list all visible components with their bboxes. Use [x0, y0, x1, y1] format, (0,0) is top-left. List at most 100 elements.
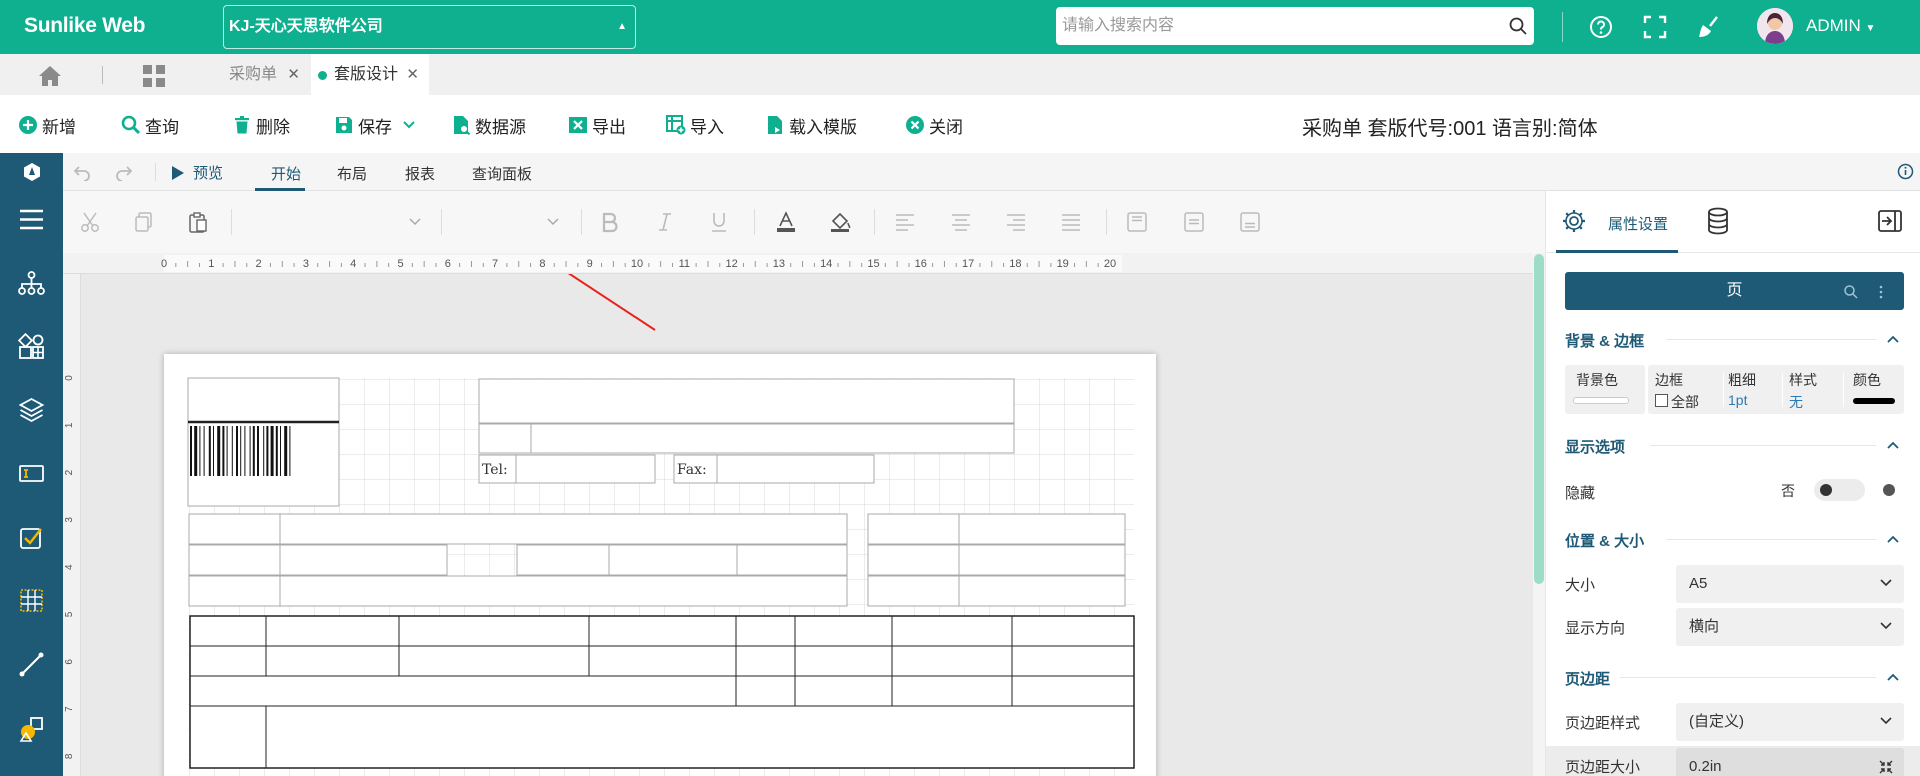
ribbon-tab-layout[interactable]: 布局: [337, 163, 367, 184]
broom-icon[interactable]: [1695, 13, 1723, 41]
save-button[interactable]: 保存: [334, 113, 416, 137]
design-canvas[interactable]: Tel: Fax:: [81, 274, 1533, 776]
element-selector[interactable]: 页: [1565, 272, 1904, 310]
chevron-down-icon[interactable]: [402, 120, 416, 130]
align-left-icon[interactable]: [894, 211, 916, 233]
font-color-icon[interactable]: [775, 211, 797, 233]
export-button[interactable]: 导出: [568, 113, 626, 137]
orientation-select[interactable]: 横向: [1676, 608, 1904, 646]
datasource-button[interactable]: 数据源: [451, 113, 526, 137]
search-icon[interactable]: [1843, 284, 1859, 300]
tab-template-design[interactable]: 套版设计 ✕: [311, 54, 429, 95]
caret-up-icon: ▲: [617, 21, 627, 32]
canvas-scrollbar[interactable]: [1533, 253, 1545, 776]
chevron-up-icon[interactable]: [1886, 440, 1900, 450]
ribbon-tab-report[interactable]: 报表: [405, 163, 435, 184]
checkbox-icon[interactable]: [18, 524, 45, 551]
font-size-select[interactable]: [453, 209, 571, 235]
ribbon-tab-start[interactable]: 开始: [271, 163, 301, 184]
line-tool-icon[interactable]: [18, 651, 45, 678]
info-icon[interactable]: [1897, 163, 1914, 180]
help-icon[interactable]: [1587, 13, 1615, 41]
font-family-select[interactable]: [243, 209, 433, 235]
add-button[interactable]: 新增: [18, 113, 76, 137]
table-grid-icon[interactable]: [18, 587, 45, 614]
border-all-checkbox[interactable]: [1655, 394, 1668, 407]
app-brand[interactable]: Sunlike Web: [24, 14, 145, 38]
barcode-field[interactable]: [187, 377, 340, 507]
bg-color-swatch[interactable]: [1573, 397, 1629, 404]
search-input[interactable]: [1056, 7, 1534, 45]
import-button[interactable]: 导入: [666, 113, 724, 137]
fill-color-icon[interactable]: [829, 211, 851, 233]
scrollbar-thumb[interactable]: [1534, 254, 1544, 584]
margin-style-select[interactable]: (自定义): [1676, 703, 1904, 741]
load-template-button[interactable]: 载入模版: [765, 113, 857, 137]
barcode-bar: [194, 426, 198, 476]
align-center-icon[interactable]: [950, 211, 972, 233]
home-icon[interactable]: [38, 65, 62, 87]
align-right-icon[interactable]: [1005, 211, 1027, 233]
avatar[interactable]: [1757, 8, 1793, 44]
redo-icon[interactable]: [115, 163, 133, 181]
company-title-field[interactable]: [478, 378, 1015, 424]
chevron-up-icon[interactable]: [1886, 334, 1900, 344]
undo-icon[interactable]: [73, 163, 91, 181]
close-button[interactable]: 关闭: [905, 113, 963, 137]
detail-table[interactable]: [189, 615, 1135, 769]
header-info-right-block[interactable]: [867, 513, 1126, 607]
logo-hex-icon: [24, 163, 40, 181]
delete-button[interactable]: 删除: [232, 113, 290, 137]
cut-icon[interactable]: [80, 211, 102, 233]
close-icon[interactable]: ✕: [287, 54, 300, 95]
underline-icon[interactable]: [708, 211, 730, 233]
margin-size-select[interactable]: 0.2in: [1676, 748, 1904, 776]
border-settings-box[interactable]: 边框 全部 粗细 1pt 样式 无 颜色: [1648, 365, 1904, 414]
user-menu[interactable]: ADMIN ▼: [1806, 16, 1875, 36]
report-page[interactable]: Tel: Fax:: [164, 354, 1156, 776]
fullscreen-icon[interactable]: [1641, 13, 1669, 41]
hierarchy-icon[interactable]: [18, 270, 45, 297]
textbox-icon[interactable]: [18, 460, 45, 487]
bold-icon[interactable]: [599, 211, 621, 233]
layers-icon[interactable]: [18, 396, 45, 423]
grid-icon[interactable]: [142, 64, 166, 88]
components-icon[interactable]: [18, 333, 45, 360]
query-button[interactable]: 查询: [121, 113, 179, 137]
collapse-panel-icon[interactable]: [1878, 210, 1902, 232]
ribbon-tab-query-panel[interactable]: 查询面板: [472, 163, 532, 184]
paste-icon[interactable]: [187, 211, 209, 233]
chevron-up-icon[interactable]: [1886, 672, 1900, 682]
panel-tab-properties[interactable]: 属性设置: [1608, 213, 1668, 234]
valign-bottom-icon[interactable]: [1239, 211, 1261, 233]
valign-middle-icon[interactable]: [1183, 211, 1205, 233]
barcode-bar: [270, 426, 274, 476]
background-color-box[interactable]: 背景色: [1565, 365, 1645, 414]
shapes-icon[interactable]: [18, 715, 45, 742]
border-weight-value[interactable]: 1pt: [1728, 392, 1747, 408]
address-field[interactable]: [478, 423, 1015, 454]
border-style-value[interactable]: 无: [1789, 392, 1803, 412]
more-vertical-icon[interactable]: [1878, 284, 1884, 300]
search-icon[interactable]: [1508, 16, 1528, 36]
hide-toggle[interactable]: [1814, 479, 1865, 501]
tab-purchase-order[interactable]: 采购单 ✕: [215, 54, 310, 95]
ruler-mark: 17: [962, 258, 974, 270]
align-justify-icon[interactable]: [1060, 211, 1082, 233]
barcode-bar: [236, 426, 238, 476]
close-icon[interactable]: ✕: [406, 54, 419, 95]
company-selector[interactable]: KJ-天心天思软件公司 ▲: [223, 5, 636, 49]
border-color-swatch[interactable]: [1853, 398, 1895, 404]
page-size-select[interactable]: A5: [1676, 565, 1904, 603]
valign-top-icon[interactable]: [1126, 211, 1148, 233]
chevron-up-icon[interactable]: [1886, 534, 1900, 544]
gear-icon[interactable]: [1561, 208, 1587, 234]
chevron-down-icon: [547, 218, 559, 226]
database-icon[interactable]: [1706, 207, 1730, 235]
header-info-block[interactable]: [188, 513, 848, 607]
italic-icon[interactable]: [654, 211, 676, 233]
copy-icon[interactable]: [133, 211, 155, 233]
preview-button[interactable]: 预览: [171, 162, 223, 183]
menu-icon[interactable]: [18, 206, 45, 233]
size-label: 大小: [1565, 577, 1596, 594]
